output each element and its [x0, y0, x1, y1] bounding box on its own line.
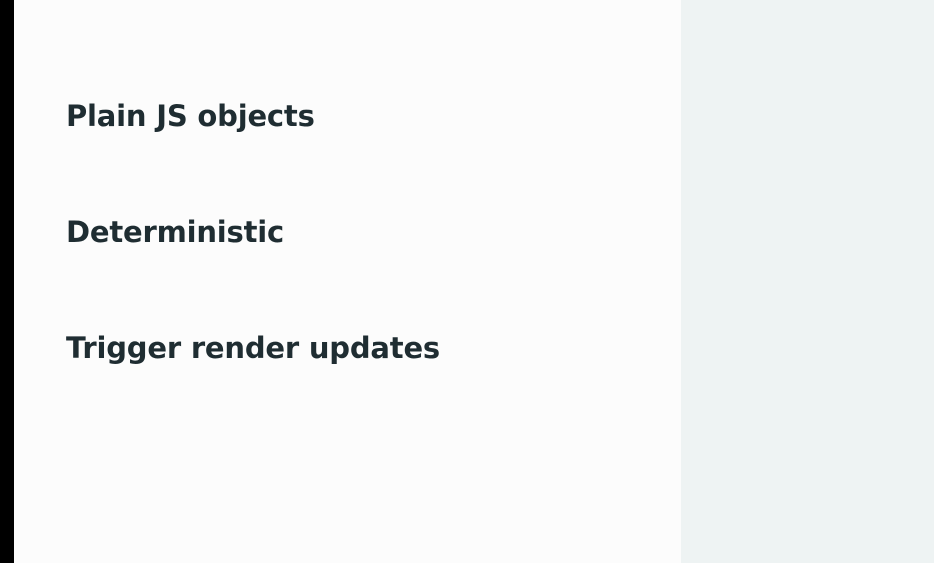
slide-point-3: Trigger render updates — [66, 331, 440, 365]
slide-point-1: Plain JS objects — [66, 99, 315, 133]
slide-content-area: Plain JS objects Deterministic Trigger r… — [14, 0, 681, 563]
presentation-view: Plain JS objects Deterministic Trigger r… — [0, 0, 934, 563]
slide-side-panel — [681, 0, 934, 563]
left-black-border — [0, 0, 14, 563]
slide-point-2: Deterministic — [66, 215, 284, 249]
